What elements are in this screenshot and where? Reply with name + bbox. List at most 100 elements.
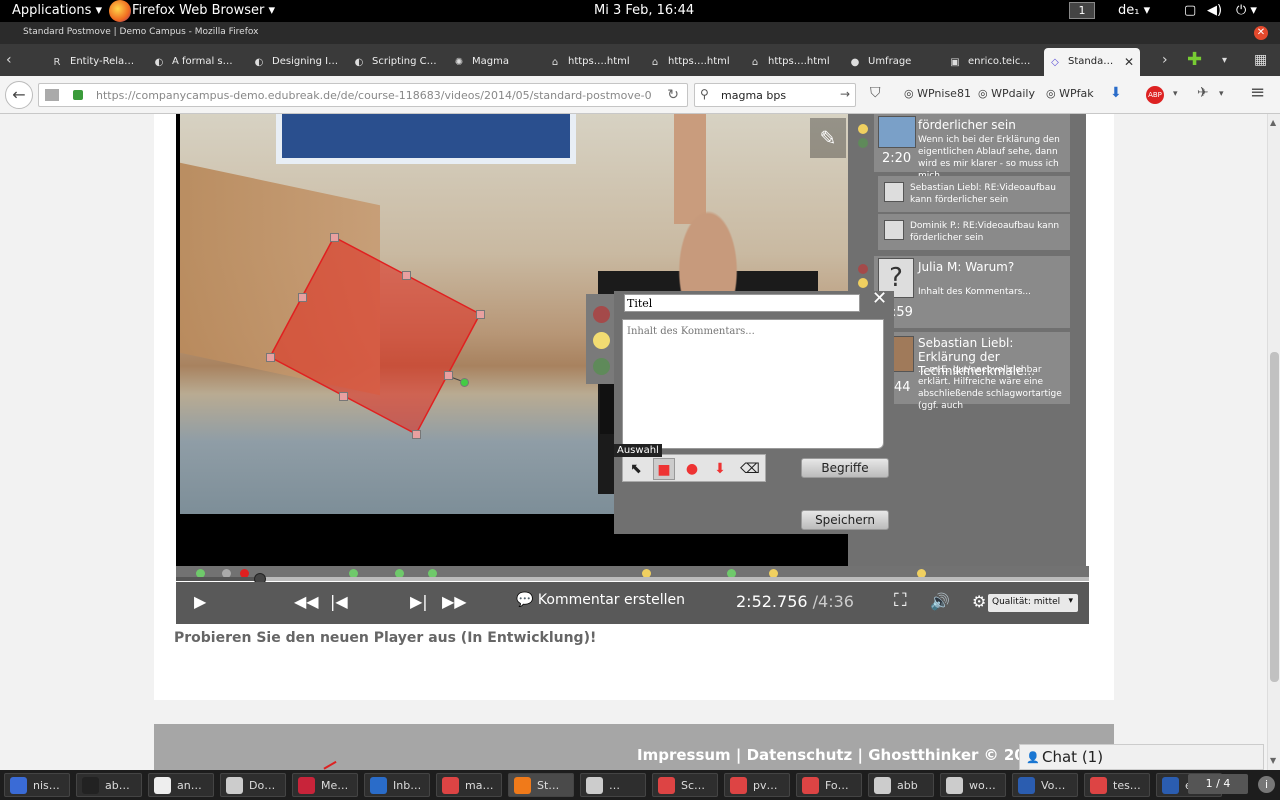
color-green-option[interactable]	[593, 358, 610, 375]
taskbar-item[interactable]: Me…	[292, 773, 358, 797]
shape-handle[interactable]	[476, 310, 485, 319]
info-icon[interactable]: i	[1258, 776, 1275, 793]
quality-select[interactable]: Qualität: mittel ▾	[988, 594, 1078, 612]
tab[interactable]: ◐ Scripting C…	[348, 48, 444, 76]
volume-icon[interactable]: ◀)	[1207, 3, 1222, 18]
comment-time[interactable]: 2:20	[882, 151, 911, 166]
comment-card[interactable]: ? Julia M: Warum? Inhalt des Kommentars.…	[874, 256, 1070, 328]
page-scrollbar[interactable]: ▲ ▼	[1267, 114, 1280, 770]
tabs-scroll-left-icon[interactable]: ‹	[6, 52, 12, 68]
url-bar[interactable]: https://companycampus-demo.edubreak.de/d…	[38, 83, 688, 107]
new-player-promo[interactable]: Probieren Sie den neuen Player aus (In E…	[174, 630, 596, 646]
taskbar-item[interactable]: …	[580, 773, 646, 797]
taskbar-item[interactable]: Vo…	[1012, 773, 1078, 797]
tab[interactable]: ◐ Designing I…	[248, 48, 344, 76]
fullscreen-icon[interactable]: ⛶	[894, 590, 907, 611]
pocket-icon[interactable]: ⛉	[870, 85, 881, 101]
url-text[interactable]: https://companycampus-demo.edubreak.de/d…	[96, 89, 652, 102]
tab[interactable]: ⌂ https….html	[744, 48, 840, 76]
shape-handle[interactable]	[402, 271, 411, 280]
scroll-down-icon[interactable]: ▼	[1270, 756, 1276, 765]
back-button[interactable]: ←	[5, 81, 33, 109]
taskbar-item[interactable]: nis…	[4, 773, 70, 797]
workspace-pager[interactable]: 1 / 4	[1188, 774, 1248, 794]
tabs-scroll-right-icon[interactable]: ›	[1162, 52, 1168, 68]
adblock-icon[interactable]: ABP	[1146, 86, 1164, 104]
color-red-option[interactable]	[593, 306, 610, 323]
reply-card[interactable]: Sebastian Liebl: RE:Videoaufbau kann för…	[878, 176, 1070, 212]
taskbar-item[interactable]: Sc…	[652, 773, 718, 797]
power-icon[interactable]: ⏻ ▾	[1236, 3, 1257, 18]
comment-time[interactable]: 44	[894, 380, 911, 395]
comment-card[interactable]: Sebastian Liebl: Erklärung der Technikme…	[874, 332, 1070, 411]
tab[interactable]: ▣ enrico.teic…	[944, 48, 1040, 76]
taskbar-item[interactable]: pv…	[724, 773, 790, 797]
window-icon[interactable]: ▢	[1184, 3, 1196, 18]
comment-title-input[interactable]	[624, 294, 860, 312]
search-bar[interactable]: ⚲ magma bps →	[694, 83, 856, 107]
search-go-icon[interactable]: →	[840, 87, 850, 101]
extension-menu-icon[interactable]: ▾	[1219, 89, 1224, 99]
window-close-button[interactable]: ✕	[1254, 26, 1268, 40]
tab-close-icon[interactable]: ✕	[1124, 55, 1134, 69]
footer-links[interactable]: Impressum | Datenschutz | Ghostthinker ©…	[637, 746, 1046, 764]
new-tab-icon[interactable]: ✚	[1187, 49, 1202, 70]
taskbar-item[interactable]: ab…	[76, 773, 142, 797]
clock[interactable]: Mi 3 Feb, 16:44	[594, 3, 694, 18]
play-icon[interactable]: ▶	[194, 592, 206, 611]
taskbar-item[interactable]: St…	[508, 773, 574, 797]
shape-handle[interactable]	[412, 430, 421, 439]
seek-bar[interactable]	[176, 573, 1089, 585]
comment-card[interactable]: förderlicher sein Wenn ich bei der Erklä…	[874, 114, 1070, 181]
reply-card[interactable]: Dominik P.: RE:Videoaufbau kann förderli…	[878, 214, 1070, 250]
rotate-handle[interactable]	[460, 378, 469, 387]
taskbar-item[interactable]: ma…	[436, 773, 502, 797]
comment-body-input[interactable]	[622, 319, 884, 449]
adblock-menu-icon[interactable]: ▾	[1173, 89, 1178, 99]
tab[interactable]: ● Umfrage	[844, 48, 940, 76]
page-info-icon[interactable]	[45, 89, 59, 101]
extension-icon[interactable]: ✈	[1197, 85, 1209, 101]
arrow-tool-icon[interactable]: ⬇	[709, 458, 731, 480]
edit-pencil-icon[interactable]: ✎	[810, 118, 846, 158]
rectangle-tool-icon[interactable]: ■	[653, 458, 675, 480]
tab-list-icon[interactable]: ▾	[1222, 55, 1227, 66]
shape-handle[interactable]	[298, 293, 307, 302]
tab[interactable]: ◐ A formal s…	[148, 48, 244, 76]
taskbar-item[interactable]: Inb…	[364, 773, 430, 797]
tab[interactable]: R Entity-Rela…	[46, 48, 144, 76]
taskbar-item[interactable]: abb	[868, 773, 934, 797]
save-button[interactable]: Speichern	[801, 510, 889, 530]
shape-handle[interactable]	[339, 392, 348, 401]
search-input[interactable]: magma bps	[721, 89, 786, 102]
create-comment-button[interactable]: 💬 Kommentar erstellen	[516, 592, 685, 608]
reload-icon[interactable]: ↻	[667, 87, 679, 103]
terms-button[interactable]: Begriffe	[801, 458, 889, 478]
tab-groups-icon[interactable]: ▦	[1254, 52, 1267, 68]
taskbar-item[interactable]: Fo…	[796, 773, 862, 797]
circle-tool-icon[interactable]: ●	[681, 458, 703, 480]
bookmark-wpdaily[interactable]: ◎ WPdaily	[978, 87, 1035, 100]
settings-gear-icon[interactable]: ⚙	[972, 592, 986, 611]
color-yellow-option[interactable]	[593, 332, 610, 349]
bookmark-wpnise81[interactable]: ◎ WPnise81	[904, 87, 971, 100]
step-back-icon[interactable]: |◀	[330, 592, 348, 611]
scroll-thumb[interactable]	[1270, 352, 1279, 682]
fast-forward-icon[interactable]: ▶▶	[442, 592, 467, 611]
taskbar-item[interactable]: Do…	[220, 773, 286, 797]
comment-time[interactable]: :59	[892, 305, 913, 320]
bookmark-wpfak[interactable]: ◎ WPfak	[1046, 87, 1094, 100]
taskbar-item[interactable]: wo…	[940, 773, 1006, 797]
step-forward-icon[interactable]: ▶|	[410, 592, 428, 611]
keyboard-layout[interactable]: de₁ ▾	[1118, 3, 1150, 18]
shape-handle[interactable]	[330, 233, 339, 242]
select-cursor-icon[interactable]: ⬉	[625, 458, 647, 480]
shape-handle[interactable]	[266, 353, 275, 362]
hamburger-menu-icon[interactable]: ≡	[1250, 82, 1265, 103]
close-editor-icon[interactable]: ✕	[872, 288, 887, 309]
scroll-up-icon[interactable]: ▲	[1270, 118, 1276, 127]
tab[interactable]: ◇ Standa… ✕	[1044, 48, 1140, 76]
download-icon[interactable]: ⬇	[1110, 85, 1122, 101]
tab[interactable]: ⌂ https….html	[644, 48, 740, 76]
chat-widget[interactable]: 👤 Chat (1)	[1019, 744, 1264, 770]
